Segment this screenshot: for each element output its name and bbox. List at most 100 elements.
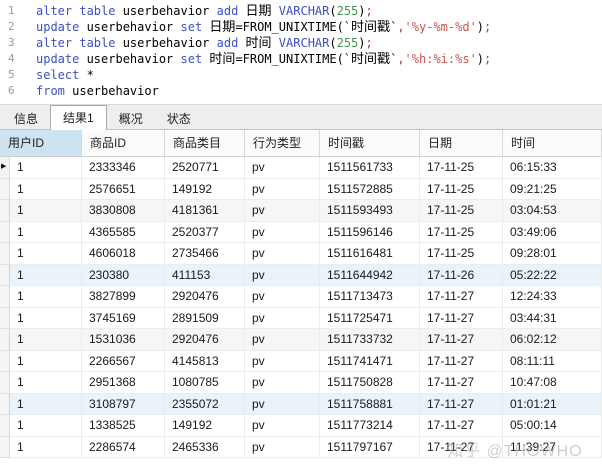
row-gutter[interactable] bbox=[0, 415, 10, 437]
table-row[interactable]: 146060182735466pv151161648117-11-2509:28… bbox=[0, 243, 602, 265]
cell[interactable]: 2520377 bbox=[165, 222, 245, 244]
cell[interactable]: 08:11:11 bbox=[503, 351, 602, 373]
row-gutter[interactable] bbox=[0, 437, 10, 459]
cell[interactable]: pv bbox=[245, 286, 320, 308]
row-gutter[interactable] bbox=[0, 329, 10, 351]
cell[interactable]: 09:28:01 bbox=[503, 243, 602, 265]
cell[interactable]: pv bbox=[245, 351, 320, 373]
cell[interactable]: 2333346 bbox=[82, 157, 165, 179]
cell[interactable]: 17-11-25 bbox=[420, 222, 503, 244]
column-header[interactable]: 日期 bbox=[420, 130, 503, 157]
row-gutter[interactable] bbox=[0, 243, 10, 265]
cell[interactable]: 1511797167 bbox=[320, 437, 420, 459]
cell[interactable]: 1338525 bbox=[82, 415, 165, 437]
cell[interactable]: 149192 bbox=[165, 415, 245, 437]
cell[interactable]: 1511644942 bbox=[320, 265, 420, 287]
cell[interactable]: 01:01:21 bbox=[503, 394, 602, 416]
cell[interactable]: 4365585 bbox=[82, 222, 165, 244]
cell[interactable]: 17-11-27 bbox=[420, 372, 503, 394]
cell[interactable]: 149192 bbox=[165, 179, 245, 201]
cell[interactable]: 1080785 bbox=[165, 372, 245, 394]
cell[interactable]: 1 bbox=[10, 437, 82, 459]
cell[interactable]: 1511616481 bbox=[320, 243, 420, 265]
cell[interactable]: 17-11-26 bbox=[420, 265, 503, 287]
sql-editor[interactable]: 1alter table userbehavior add 日期 VARCHAR… bbox=[0, 0, 602, 104]
cell[interactable]: pv bbox=[245, 243, 320, 265]
cell[interactable]: pv bbox=[245, 415, 320, 437]
cell[interactable]: 11:39:27 bbox=[503, 437, 602, 459]
column-header[interactable]: 商品ID bbox=[82, 130, 165, 157]
cell[interactable]: 1 bbox=[10, 179, 82, 201]
table-row[interactable]: 12576651149192pv151157288517-11-2509:21:… bbox=[0, 179, 602, 201]
cell[interactable]: pv bbox=[245, 157, 320, 179]
cell[interactable]: 2951368 bbox=[82, 372, 165, 394]
cell[interactable]: 1511596146 bbox=[320, 222, 420, 244]
column-header[interactable]: 用户ID bbox=[0, 130, 82, 157]
cell[interactable]: 17-11-25 bbox=[420, 243, 503, 265]
cell[interactable]: 4181361 bbox=[165, 200, 245, 222]
cell[interactable]: pv bbox=[245, 372, 320, 394]
cell[interactable]: 1 bbox=[10, 329, 82, 351]
cell[interactable]: pv bbox=[245, 329, 320, 351]
cell[interactable]: 1 bbox=[10, 351, 82, 373]
cell[interactable]: 2576651 bbox=[82, 179, 165, 201]
cell[interactable]: 1 bbox=[10, 308, 82, 330]
cell[interactable]: 230380 bbox=[82, 265, 165, 287]
table-row[interactable]: 137451692891509pv151172547117-11-2703:44… bbox=[0, 308, 602, 330]
tab-status[interactable]: 状态 bbox=[155, 108, 203, 129]
cell[interactable]: 2465336 bbox=[165, 437, 245, 459]
cell[interactable]: 3827899 bbox=[82, 286, 165, 308]
cell[interactable]: 3745169 bbox=[82, 308, 165, 330]
tab-profile[interactable]: 概况 bbox=[107, 108, 155, 129]
table-row[interactable]: 1230380411153pv151164494217-11-2605:22:2… bbox=[0, 265, 602, 287]
cell[interactable]: 17-11-25 bbox=[420, 179, 503, 201]
cell[interactable]: 06:15:33 bbox=[503, 157, 602, 179]
table-row[interactable]: 138308084181361pv151159349317-11-2503:04… bbox=[0, 200, 602, 222]
cell[interactable]: 1531036 bbox=[82, 329, 165, 351]
cell[interactable]: 17-11-25 bbox=[420, 200, 503, 222]
table-row[interactable]: 138278992920476pv151171347317-11-2712:24… bbox=[0, 286, 602, 308]
column-header[interactable]: 时间戳 bbox=[320, 130, 420, 157]
cell[interactable]: 1 bbox=[10, 157, 82, 179]
row-gutter[interactable] bbox=[0, 179, 10, 201]
cell[interactable]: 2891509 bbox=[165, 308, 245, 330]
cell[interactable]: 17-11-27 bbox=[420, 329, 503, 351]
cell[interactable]: pv bbox=[245, 265, 320, 287]
cell[interactable]: 1511572885 bbox=[320, 179, 420, 201]
row-gutter[interactable] bbox=[0, 286, 10, 308]
table-row[interactable]: ▶123333462520771pv151156173317-11-2506:1… bbox=[0, 157, 602, 179]
row-gutter[interactable]: ▶ bbox=[0, 157, 10, 179]
cell[interactable]: 2520771 bbox=[165, 157, 245, 179]
table-row[interactable]: 11338525149192pv151177321417-11-2705:00:… bbox=[0, 415, 602, 437]
column-header[interactable]: 商品类目 bbox=[165, 130, 245, 157]
cell[interactable]: 03:49:06 bbox=[503, 222, 602, 244]
table-row[interactable]: 122865742465336pv151179716717-11-2711:39… bbox=[0, 437, 602, 459]
cell[interactable]: 1 bbox=[10, 200, 82, 222]
cell[interactable]: pv bbox=[245, 222, 320, 244]
row-gutter[interactable] bbox=[0, 200, 10, 222]
row-gutter[interactable] bbox=[0, 394, 10, 416]
cell[interactable]: 1 bbox=[10, 243, 82, 265]
cell[interactable]: 10:47:08 bbox=[503, 372, 602, 394]
cell[interactable]: 2920476 bbox=[165, 286, 245, 308]
cell[interactable]: 1511758881 bbox=[320, 394, 420, 416]
tab-info[interactable]: 信息 bbox=[2, 108, 50, 129]
cell[interactable]: 2355072 bbox=[165, 394, 245, 416]
cell[interactable]: pv bbox=[245, 179, 320, 201]
cell[interactable]: 05:00:14 bbox=[503, 415, 602, 437]
row-gutter[interactable] bbox=[0, 308, 10, 330]
cell[interactable]: pv bbox=[245, 394, 320, 416]
cell[interactable]: 12:24:33 bbox=[503, 286, 602, 308]
cell[interactable]: pv bbox=[245, 308, 320, 330]
cell[interactable]: 411153 bbox=[165, 265, 245, 287]
cell[interactable]: 03:04:53 bbox=[503, 200, 602, 222]
table-row[interactable]: 115310362920476pv151173373217-11-2706:02… bbox=[0, 329, 602, 351]
cell[interactable]: 2266567 bbox=[82, 351, 165, 373]
row-gutter[interactable] bbox=[0, 351, 10, 373]
cell[interactable]: 1 bbox=[10, 372, 82, 394]
cell[interactable]: 05:22:22 bbox=[503, 265, 602, 287]
cell[interactable]: 1 bbox=[10, 286, 82, 308]
table-row[interactable]: 129513681080785pv151175082817-11-2710:47… bbox=[0, 372, 602, 394]
cell[interactable]: 1 bbox=[10, 265, 82, 287]
table-row[interactable]: 122665674145813pv151174147117-11-2708:11… bbox=[0, 351, 602, 373]
